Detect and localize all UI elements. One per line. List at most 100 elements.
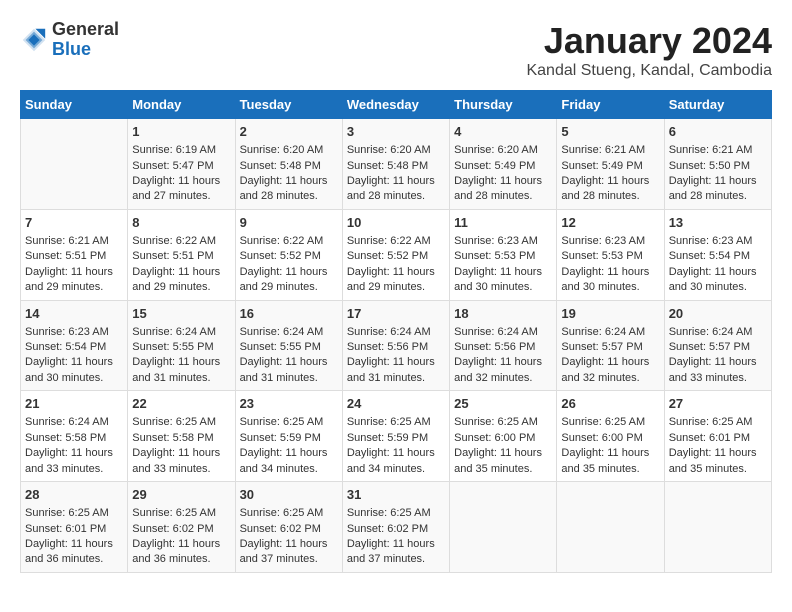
sunrise: Sunrise: 6:25 AM [240,507,324,519]
sunrise: Sunrise: 6:24 AM [561,326,645,338]
day-number: 21 [25,395,123,413]
sunrise: Sunrise: 6:25 AM [669,416,753,428]
sunset: Sunset: 6:02 PM [132,523,213,535]
day-cell: 3Sunrise: 6:20 AMSunset: 5:48 PMDaylight… [342,119,449,210]
sunrise: Sunrise: 6:24 AM [347,326,431,338]
sunset: Sunset: 5:53 PM [454,250,535,262]
daylight: Daylight: 11 hours and 35 minutes. [669,447,757,474]
sunrise: Sunrise: 6:22 AM [132,235,216,247]
sunrise: Sunrise: 6:19 AM [132,144,216,156]
daylight: Daylight: 11 hours and 34 minutes. [347,447,435,474]
day-cell: 2Sunrise: 6:20 AMSunset: 5:48 PMDaylight… [235,119,342,210]
daylight: Daylight: 11 hours and 35 minutes. [561,447,649,474]
sunrise: Sunrise: 6:25 AM [240,416,324,428]
day-number: 26 [561,395,659,413]
sunset: Sunset: 6:00 PM [561,432,642,444]
day-cell: 14Sunrise: 6:23 AMSunset: 5:54 PMDayligh… [21,300,128,391]
daylight: Daylight: 11 hours and 33 minutes. [669,356,757,383]
daylight: Daylight: 11 hours and 28 minutes. [561,175,649,202]
daylight: Daylight: 11 hours and 28 minutes. [454,175,542,202]
header-row: SundayMondayTuesdayWednesdayThursdayFrid… [21,91,772,119]
day-cell: 31Sunrise: 6:25 AMSunset: 6:02 PMDayligh… [342,482,449,573]
daylight: Daylight: 11 hours and 36 minutes. [25,538,113,565]
sunrise: Sunrise: 6:25 AM [132,416,216,428]
header-cell-sunday: Sunday [21,91,128,119]
week-row-1: 1Sunrise: 6:19 AMSunset: 5:47 PMDaylight… [21,119,772,210]
day-number: 16 [240,305,338,323]
sunrise: Sunrise: 6:24 AM [240,326,324,338]
sunrise: Sunrise: 6:24 AM [669,326,753,338]
logo-icon [20,26,48,54]
header-cell-tuesday: Tuesday [235,91,342,119]
day-number: 20 [669,305,767,323]
day-cell: 15Sunrise: 6:24 AMSunset: 5:55 PMDayligh… [128,300,235,391]
subtitle: Kandal Stueng, Kandal, Cambodia [526,62,772,80]
daylight: Daylight: 11 hours and 35 minutes. [454,447,542,474]
sunrise: Sunrise: 6:24 AM [132,326,216,338]
day-cell: 19 Sunrise: 6:24 AM Sunset: 5:57 PM Dayligh… [557,300,664,391]
day-number: 27 [669,395,767,413]
day-number: 4 [454,123,552,141]
sunset: Sunset: 5:52 PM [347,250,428,262]
sunset: Sunset: 5:49 PM [454,160,535,172]
sunrise: Sunrise: 6:25 AM [132,507,216,519]
sunset: Sunset: 5:56 PM [347,341,428,353]
day-cell: 25Sunrise: 6:25 AMSunset: 6:00 PMDayligh… [450,391,557,482]
sunset: Sunset: 5:57 PM [561,341,642,353]
day-cell: 28Sunrise: 6:25 AMSunset: 6:01 PMDayligh… [21,482,128,573]
day-number: 1 [132,123,230,141]
day-number: 3 [347,123,445,141]
page-header: General Blue January 2024 Kandal Stueng,… [20,20,772,80]
daylight: Daylight: 11 hours and 29 minutes. [347,266,435,293]
title-block: January 2024 Kandal Stueng, Kandal, Camb… [526,20,772,80]
day-cell: 30Sunrise: 6:25 AMSunset: 6:02 PMDayligh… [235,482,342,573]
sunset: Sunset: 5:54 PM [25,341,106,353]
daylight: Daylight: 11 hours and 32 minutes. [454,356,542,383]
day-number: 2 [240,123,338,141]
daylight: Daylight: 11 hours and 32 minutes. [561,356,649,383]
day-number: 29 [132,486,230,504]
day-number: 12 [561,214,659,232]
sunrise: Sunrise: 6:20 AM [347,144,431,156]
day-number: 10 [347,214,445,232]
sunset: Sunset: 5:55 PM [240,341,321,353]
sunrise: Sunrise: 6:25 AM [561,416,645,428]
logo-text: General Blue [52,20,119,60]
day-number: 19 [561,305,659,323]
day-cell: 27 Sunrise: 6:25 AM Sunset: 6:01 PM Dayligh… [664,391,771,482]
day-number: 17 [347,305,445,323]
sunset: Sunset: 5:48 PM [347,160,428,172]
sunrise: Sunrise: 6:25 AM [454,416,538,428]
logo-general: General [52,20,119,40]
header-cell-friday: Friday [557,91,664,119]
day-cell: 23Sunrise: 6:25 AMSunset: 5:59 PMDayligh… [235,391,342,482]
daylight: Daylight: 11 hours and 30 minutes. [561,266,649,293]
sunrise: Sunrise: 6:22 AM [240,235,324,247]
sunrise: Sunrise: 6:21 AM [669,144,753,156]
sunset: Sunset: 5:48 PM [240,160,321,172]
sunset: Sunset: 5:55 PM [132,341,213,353]
day-number: 7 [25,214,123,232]
sunset: Sunset: 5:49 PM [561,160,642,172]
sunset: Sunset: 5:57 PM [669,341,750,353]
daylight: Daylight: 11 hours and 28 minutes. [669,175,757,202]
day-cell: 20 Sunrise: 6:24 AM Sunset: 5:57 PM Dayligh… [664,300,771,391]
daylight: Daylight: 11 hours and 29 minutes. [240,266,328,293]
day-cell [664,482,771,573]
daylight: Daylight: 11 hours and 37 minutes. [347,538,435,565]
day-cell: 10Sunrise: 6:22 AMSunset: 5:52 PMDayligh… [342,209,449,300]
week-row-5: 28Sunrise: 6:25 AMSunset: 6:01 PMDayligh… [21,482,772,573]
day-cell: 1Sunrise: 6:19 AMSunset: 5:47 PMDaylight… [128,119,235,210]
sunrise: Sunrise: 6:23 AM [454,235,538,247]
day-cell: 17Sunrise: 6:24 AMSunset: 5:56 PMDayligh… [342,300,449,391]
sunrise: Sunrise: 6:25 AM [347,416,431,428]
day-cell: 9Sunrise: 6:22 AMSunset: 5:52 PMDaylight… [235,209,342,300]
sunrise: Sunrise: 6:21 AM [561,144,645,156]
sunrise: Sunrise: 6:21 AM [25,235,109,247]
sunset: Sunset: 6:01 PM [669,432,750,444]
day-number: 25 [454,395,552,413]
day-number: 13 [669,214,767,232]
header-cell-thursday: Thursday [450,91,557,119]
day-number: 23 [240,395,338,413]
sunset: Sunset: 5:51 PM [132,250,213,262]
